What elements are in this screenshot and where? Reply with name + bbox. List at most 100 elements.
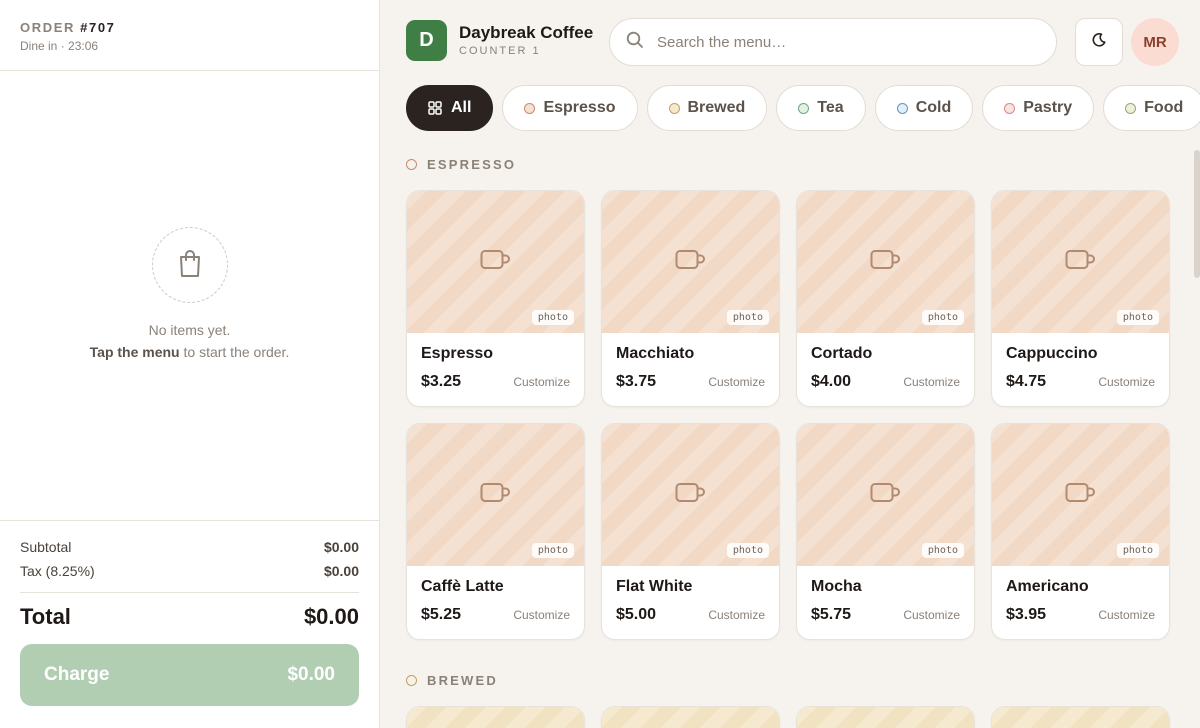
menu-card-photo — [797, 707, 974, 728]
menu-card[interactable] — [796, 706, 975, 728]
menu-card-photo: photo — [797, 424, 974, 566]
customize-link[interactable]: Customize — [708, 608, 765, 622]
photo-placeholder-tag: photo — [531, 310, 574, 325]
category-chip-pastry[interactable]: Pastry — [982, 85, 1095, 131]
brand-logo: D — [406, 20, 447, 61]
menu-card-body: Caffè Latte $5.25 Customize — [407, 566, 584, 624]
item-name: Cortado — [811, 345, 873, 362]
menu-card[interactable]: photo Flat White $5.00 Customize — [601, 423, 780, 640]
menu-card-footer: $3.25 Customize — [421, 373, 570, 391]
customize-link[interactable]: Customize — [708, 375, 765, 389]
category-chip-espresso[interactable]: Espresso — [502, 85, 638, 131]
customize-link[interactable]: Customize — [1098, 375, 1155, 389]
empty-hint-rest: to start the order. — [179, 344, 290, 360]
menu-card[interactable]: photo Espresso $3.25 Customize — [406, 190, 585, 407]
moon-icon — [1091, 32, 1107, 53]
cup-icon — [480, 482, 512, 509]
charge-label: Charge — [44, 664, 110, 685]
charge-amount: $0.00 — [287, 664, 335, 685]
menu-card-body: Macchiato $3.75 Customize — [602, 333, 779, 391]
menu-card-footer: $3.75 Customize — [616, 373, 765, 391]
menu-card[interactable]: photo Cappuccino $4.75 Customize — [991, 190, 1170, 407]
menu-card[interactable]: photo Macchiato $3.75 Customize — [601, 190, 780, 407]
user-avatar[interactable]: MR — [1131, 18, 1179, 66]
photo-placeholder-tag: photo — [726, 310, 769, 325]
section-title-espresso: ESPRESSO — [406, 157, 516, 172]
category-dot — [896, 102, 908, 114]
tax-value: $0.00 — [323, 563, 359, 579]
menu-card-footer: $3.95 Customize — [1006, 606, 1155, 624]
scrollbar-thumb[interactable] — [1194, 150, 1200, 278]
customize-link[interactable]: Customize — [1098, 608, 1155, 622]
menu-card-footer: $5.25 Customize — [421, 606, 570, 624]
category-chip-all[interactable]: All — [406, 85, 494, 131]
counter-label: COUNTER 1 — [459, 45, 541, 57]
category-chip-food[interactable]: Food — [1103, 85, 1200, 131]
menu-card-body: Cappuccino $4.75 Customize — [992, 333, 1169, 391]
item-price: $4.75 — [1006, 373, 1047, 390]
menu-card[interactable] — [991, 706, 1170, 728]
item-name: Macchiato — [616, 345, 695, 362]
empty-hint-strong: Tap the menu — [89, 344, 180, 360]
menu-card-photo: photo — [797, 191, 974, 333]
menu-card[interactable]: photo Mocha $5.75 Customize — [796, 423, 975, 640]
order-header: ORDER #707 Dine in · 23:06 — [0, 0, 379, 71]
customize-link[interactable]: Customize — [903, 375, 960, 389]
section-title-text: ESPRESSO — [427, 157, 517, 172]
item-name: Americano — [1006, 578, 1089, 595]
menu-card-footer: $5.75 Customize — [811, 606, 960, 624]
menu-card-body: Flat White $5.00 Customize — [602, 566, 779, 624]
cup-icon — [1065, 249, 1097, 276]
section-dot — [406, 159, 417, 170]
search-bar[interactable] — [609, 18, 1057, 66]
total-row: Total $0.00 — [20, 592, 359, 630]
charge-button[interactable]: Charge $0.00 — [20, 644, 359, 706]
item-name: Flat White — [616, 578, 693, 595]
item-name: Espresso — [421, 345, 494, 362]
menu-card-photo — [602, 707, 779, 728]
menu-grid-espresso: photo Espresso $3.25 Customize photo Macchiat… — [406, 190, 1170, 640]
customize-link[interactable]: Customize — [513, 608, 570, 622]
search-input[interactable] — [657, 33, 1027, 51]
category-chip-brewed[interactable]: Brewed — [646, 85, 768, 131]
category-chip-label: All — [451, 99, 472, 116]
menu-card[interactable] — [406, 706, 585, 728]
section-title-brewed: BREWED — [406, 673, 498, 688]
empty-hint: Tap the menu to start the order. — [0, 344, 379, 360]
section-title-text: BREWED — [427, 673, 498, 688]
category-chip-tea[interactable]: Tea — [776, 85, 866, 131]
menu-card-footer: $4.75 Customize — [1006, 373, 1155, 391]
cup-icon — [675, 482, 707, 509]
menu-card-body: Americano $3.95 Customize — [992, 566, 1169, 624]
menu-grid-brewed — [406, 706, 1170, 728]
order-number: #707 — [80, 20, 116, 35]
category-dot — [1004, 102, 1016, 114]
empty-bag-circle — [151, 227, 228, 303]
menu-card-photo: photo — [407, 191, 584, 333]
photo-placeholder-tag: photo — [921, 543, 964, 558]
grid-icon — [428, 101, 442, 115]
cup-icon — [870, 482, 902, 509]
search-icon — [626, 31, 644, 54]
total-value: $0.00 — [303, 604, 359, 629]
photo-placeholder-tag: photo — [531, 543, 574, 558]
order-summary: Subtotal $0.00 Tax (8.25%) $0.00 Total $… — [0, 520, 379, 706]
item-price: $5.00 — [616, 606, 657, 623]
menu-card[interactable]: photo Caffè Latte $5.25 Customize — [406, 423, 585, 640]
menu-card-body: Espresso $3.25 Customize — [407, 333, 584, 391]
menu-card[interactable]: photo Americano $3.95 Customize — [991, 423, 1170, 640]
theme-toggle-button[interactable] — [1075, 18, 1123, 66]
subtotal-value: $0.00 — [323, 539, 359, 555]
customize-link[interactable]: Customize — [903, 608, 960, 622]
item-price: $3.95 — [1006, 606, 1047, 623]
menu-card-body: Mocha $5.75 Customize — [797, 566, 974, 624]
customize-link[interactable]: Customize — [513, 375, 570, 389]
photo-placeholder-tag: photo — [726, 543, 769, 558]
category-chip-label: Tea — [817, 99, 844, 116]
menu-card[interactable]: photo Cortado $4.00 Customize — [796, 190, 975, 407]
category-chip-cold[interactable]: Cold — [874, 85, 974, 131]
menu-card[interactable] — [601, 706, 780, 728]
menu-card-photo — [407, 707, 584, 728]
menu-card-footer: $4.00 Customize — [811, 373, 960, 391]
item-name: Cappuccino — [1006, 345, 1098, 362]
